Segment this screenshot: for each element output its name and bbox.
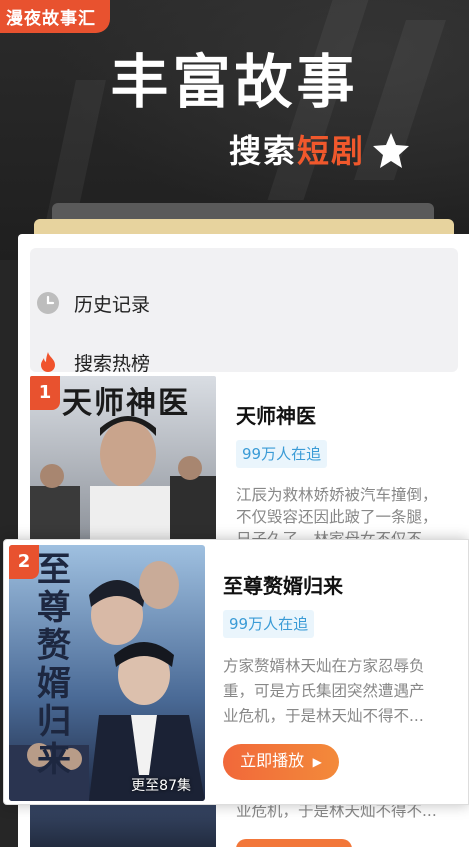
hero-subtitle-plain: 搜索 xyxy=(228,132,297,170)
poster-image[interactable]: 2 至尊赘婿归来 更至87集 xyxy=(9,545,205,801)
featured-card[interactable]: 2 至尊赘婿归来 更至87集 至尊赘婿归来 99万人在追 方家赘婿林天灿在方家忍… xyxy=(3,539,469,805)
follow-count-badge: 99万人在追 xyxy=(236,440,328,468)
item-description: 方家赘婿林天灿在方家忍辱负 重，可是方氏集团突然遭遇产 业危机，于是林天灿不得不… xyxy=(223,657,425,725)
menu-item-history[interactable]: 历史记录 xyxy=(30,275,458,331)
next-poster-peek xyxy=(30,799,216,847)
hero-subtitle: 搜索短剧 xyxy=(229,126,365,176)
poster-title: 至尊赘婿归来 xyxy=(37,550,71,780)
flame-icon xyxy=(36,350,60,374)
rank-badge: 2 xyxy=(9,545,39,579)
app-tag: 漫夜故事汇 xyxy=(0,0,110,33)
star-icon xyxy=(371,130,411,170)
play-button-label: 立即播放 xyxy=(240,753,305,770)
menu-item-label: 历史记录 xyxy=(74,293,151,316)
item-title[interactable]: 天师神医 xyxy=(236,400,316,429)
play-now-button[interactable]: 立即播放 ▶ xyxy=(223,744,339,780)
poster-title: 天师神医 xyxy=(62,386,190,421)
menu-box: 历史记录 搜索热榜 xyxy=(30,248,458,375)
item-title[interactable]: 至尊赘婿归来 xyxy=(223,570,343,599)
hero-subtitle-accent: 短剧 xyxy=(296,132,365,170)
list-item[interactable]: 1 天师神医 天师神医 99万人在追 江辰为救林娇娇被汽车撞倒， 不仅毁容还因此… xyxy=(30,376,469,548)
clock-icon xyxy=(36,291,60,315)
episode-count: 更至87集 xyxy=(131,778,191,794)
poster-image[interactable]: 1 天师神医 xyxy=(30,376,216,546)
next-play-button-peek[interactable] xyxy=(236,839,352,847)
rank-badge: 1 xyxy=(30,376,60,410)
follow-count-badge: 99万人在追 xyxy=(223,610,315,638)
menu-item-label: 搜索热榜 xyxy=(74,352,151,375)
play-triangle-icon: ▶ xyxy=(312,755,322,769)
hero-title: 丰富故事 xyxy=(110,48,359,116)
